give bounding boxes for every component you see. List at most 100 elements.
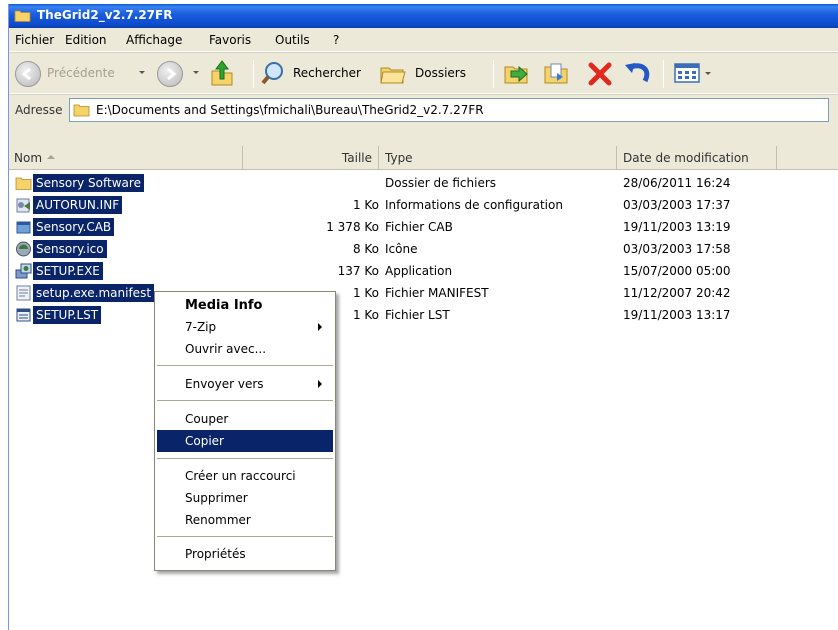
folder-icon bbox=[73, 104, 90, 117]
menu-fichier[interactable]: Fichier bbox=[15, 33, 54, 47]
views-grid-icon bbox=[674, 63, 700, 83]
views-button[interactable] bbox=[673, 61, 717, 87]
folders-label: Dossiers bbox=[415, 66, 466, 80]
file-type: Fichier LST bbox=[385, 308, 450, 322]
column-header-size[interactable]: Taille bbox=[243, 146, 379, 170]
file-row[interactable]: Sensory.ico 8 Ko Icône 03/03/2003 17:58 bbox=[9, 238, 838, 260]
menu-item-copy[interactable]: Copier bbox=[157, 430, 333, 452]
up-folder-button[interactable] bbox=[209, 59, 239, 89]
menu-item-label: Copier bbox=[185, 434, 224, 448]
column-date-label: Date de modification bbox=[623, 151, 749, 165]
column-type-label: Type bbox=[385, 151, 413, 165]
file-name: Sensory.CAB bbox=[33, 218, 115, 236]
file-type: Application bbox=[385, 264, 453, 278]
undo-icon bbox=[625, 63, 650, 83]
file-row[interactable]: Sensory.CAB 1 378 Ko Fichier CAB 19/11/2… bbox=[9, 216, 838, 238]
menu-item-7zip[interactable]: 7-Zip bbox=[157, 316, 333, 338]
menu-outils[interactable]: Outils bbox=[275, 33, 310, 47]
file-type: Informations de configuration bbox=[385, 198, 563, 212]
undo-button[interactable] bbox=[623, 61, 653, 87]
window-title: TheGrid2_v2.7.27FR bbox=[37, 8, 173, 22]
file-row[interactable]: Sensory Software Dossier de fichiers 28/… bbox=[9, 172, 838, 194]
delete-button[interactable] bbox=[587, 61, 613, 87]
menu-item-label: Créer un raccourci bbox=[185, 469, 296, 483]
file-type: Icône bbox=[385, 242, 418, 256]
menu-item-create-shortcut[interactable]: Créer un raccourci bbox=[157, 465, 333, 487]
menu-item-cut[interactable]: Couper bbox=[157, 408, 333, 430]
file-date: 28/06/2011 16:24 bbox=[623, 176, 731, 190]
cab-file-icon bbox=[16, 221, 31, 234]
menu-item-send-to[interactable]: Envoyer vers bbox=[157, 373, 333, 395]
column-header: Nom Taille Type Date de modification bbox=[9, 146, 838, 170]
file-row[interactable]: SETUP.EXE 137 Ko Application 15/07/2000 … bbox=[9, 260, 838, 282]
menu-separator bbox=[157, 458, 333, 459]
file-date: 15/07/2000 05:00 bbox=[623, 264, 731, 278]
move-to-icon bbox=[504, 65, 528, 84]
search-button[interactable]: Rechercher bbox=[261, 53, 373, 95]
file-name: setup.exe.manifest bbox=[33, 284, 155, 302]
menu-edition[interactable]: Edition bbox=[65, 33, 107, 47]
context-menu: Media Info 7-Zip Ouvrir avec... Envoyer … bbox=[154, 291, 336, 571]
menu-separator bbox=[157, 365, 333, 366]
title-bar[interactable]: TheGrid2_v2.7.27FR bbox=[9, 4, 838, 28]
menu-item-media-info[interactable]: Media Info bbox=[157, 294, 333, 316]
menu-item-open-with[interactable]: Ouvrir avec... bbox=[157, 338, 333, 360]
file-name: SETUP.EXE bbox=[33, 262, 103, 280]
column-header-type[interactable]: Type bbox=[379, 146, 617, 170]
file-size: 1 Ko bbox=[352, 198, 379, 212]
folder-icon bbox=[15, 177, 32, 190]
move-to-button[interactable] bbox=[503, 61, 531, 89]
menu-item-label: 7-Zip bbox=[185, 320, 217, 334]
file-date: 19/11/2003 13:19 bbox=[623, 220, 731, 234]
menu-item-label: Propriétés bbox=[185, 547, 246, 561]
delete-x-icon bbox=[588, 62, 612, 86]
toolbar: Précédente Rechercher Dossiers bbox=[9, 52, 838, 94]
back-arrow-icon bbox=[15, 61, 41, 87]
file-type: Fichier MANIFEST bbox=[385, 286, 489, 300]
menu-bar: Fichier Edition Affichage Favoris Outils… bbox=[9, 28, 838, 52]
column-name-label: Nom bbox=[14, 151, 43, 165]
file-list: Nom Taille Type Date de modification Sen… bbox=[9, 146, 838, 630]
copy-to-button[interactable] bbox=[543, 61, 571, 89]
forward-button[interactable] bbox=[157, 53, 207, 95]
file-row[interactable]: setup.exe.manifest 1 Ko Fichier MANIFEST… bbox=[9, 282, 838, 304]
file-row[interactable]: SETUP.LST 1 Ko Fichier LST 19/11/2003 13… bbox=[9, 304, 838, 326]
menu-item-label: Ouvrir avec... bbox=[185, 342, 267, 356]
views-dropdown-icon[interactable] bbox=[705, 72, 711, 75]
file-size: 8 Ko bbox=[352, 242, 379, 256]
file-date: 11/12/2007 20:42 bbox=[623, 286, 731, 300]
submenu-arrow-icon bbox=[318, 380, 322, 388]
file-type: Dossier de fichiers bbox=[385, 176, 497, 190]
setup-exe-icon bbox=[15, 263, 32, 279]
menu-help[interactable]: ? bbox=[333, 33, 339, 47]
back-button[interactable]: Précédente bbox=[15, 53, 155, 95]
menu-item-rename[interactable]: Renommer bbox=[157, 509, 333, 531]
file-date: 03/03/2003 17:37 bbox=[623, 198, 731, 212]
column-header-date[interactable]: Date de modification bbox=[617, 146, 777, 170]
ico-file-icon bbox=[16, 241, 31, 257]
file-size: 1 378 Ko bbox=[326, 220, 379, 234]
menu-affichage[interactable]: Affichage bbox=[126, 33, 182, 47]
column-size-label: Taille bbox=[341, 151, 372, 165]
file-name: SETUP.LST bbox=[33, 306, 102, 324]
menu-item-label: Couper bbox=[185, 412, 229, 426]
menu-favoris[interactable]: Favoris bbox=[209, 33, 251, 47]
search-label: Rechercher bbox=[293, 66, 361, 80]
folder-icon bbox=[14, 10, 31, 22]
address-path: E:\Documents and Settings\fmichali\Burea… bbox=[96, 103, 484, 117]
folders-icon bbox=[380, 67, 406, 84]
menu-item-label: Renommer bbox=[185, 513, 251, 527]
copy-to-icon bbox=[544, 63, 568, 84]
address-input[interactable]: E:\Documents and Settings\fmichali\Burea… bbox=[69, 98, 829, 122]
file-row[interactable]: AUTORUN.INF 1 Ko Informations de configu… bbox=[9, 194, 838, 216]
file-date: 19/11/2003 13:17 bbox=[623, 308, 731, 322]
column-header-name[interactable]: Nom bbox=[9, 146, 243, 170]
toolbar-separator bbox=[493, 60, 494, 88]
file-date: 03/03/2003 17:58 bbox=[623, 242, 731, 256]
back-dropdown-icon[interactable] bbox=[139, 71, 145, 74]
menu-item-properties[interactable]: Propriétés bbox=[157, 543, 333, 565]
folders-button[interactable]: Dossiers bbox=[379, 53, 481, 95]
menu-item-delete[interactable]: Supprimer bbox=[157, 487, 333, 509]
config-file-icon bbox=[16, 198, 30, 213]
forward-dropdown-icon[interactable] bbox=[193, 71, 199, 74]
